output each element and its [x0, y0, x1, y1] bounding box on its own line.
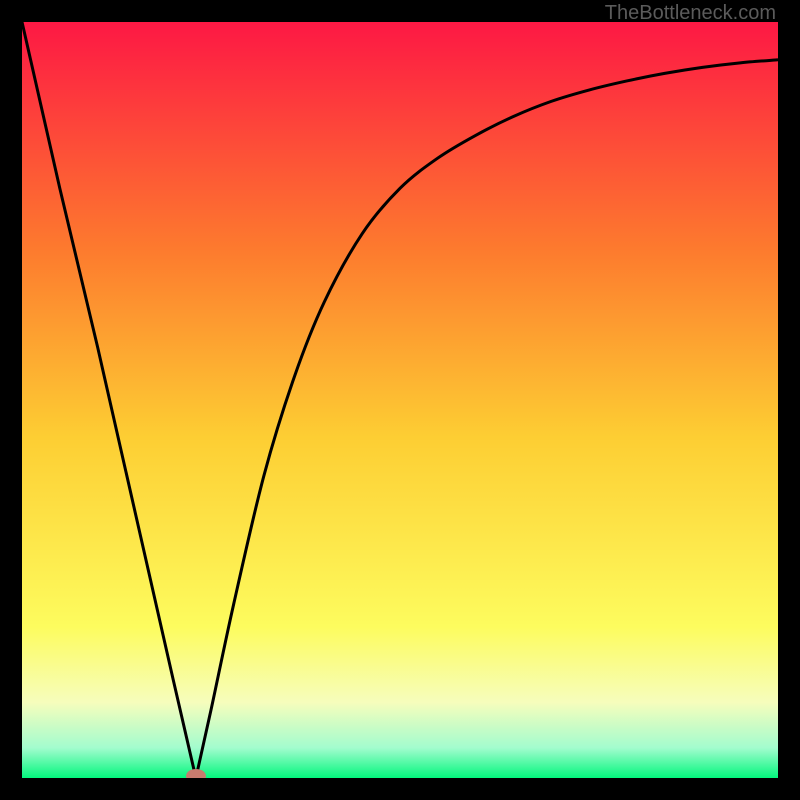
chart-area: [22, 22, 778, 778]
optimal-point-marker: [186, 769, 206, 778]
bottleneck-curve: [22, 22, 778, 778]
